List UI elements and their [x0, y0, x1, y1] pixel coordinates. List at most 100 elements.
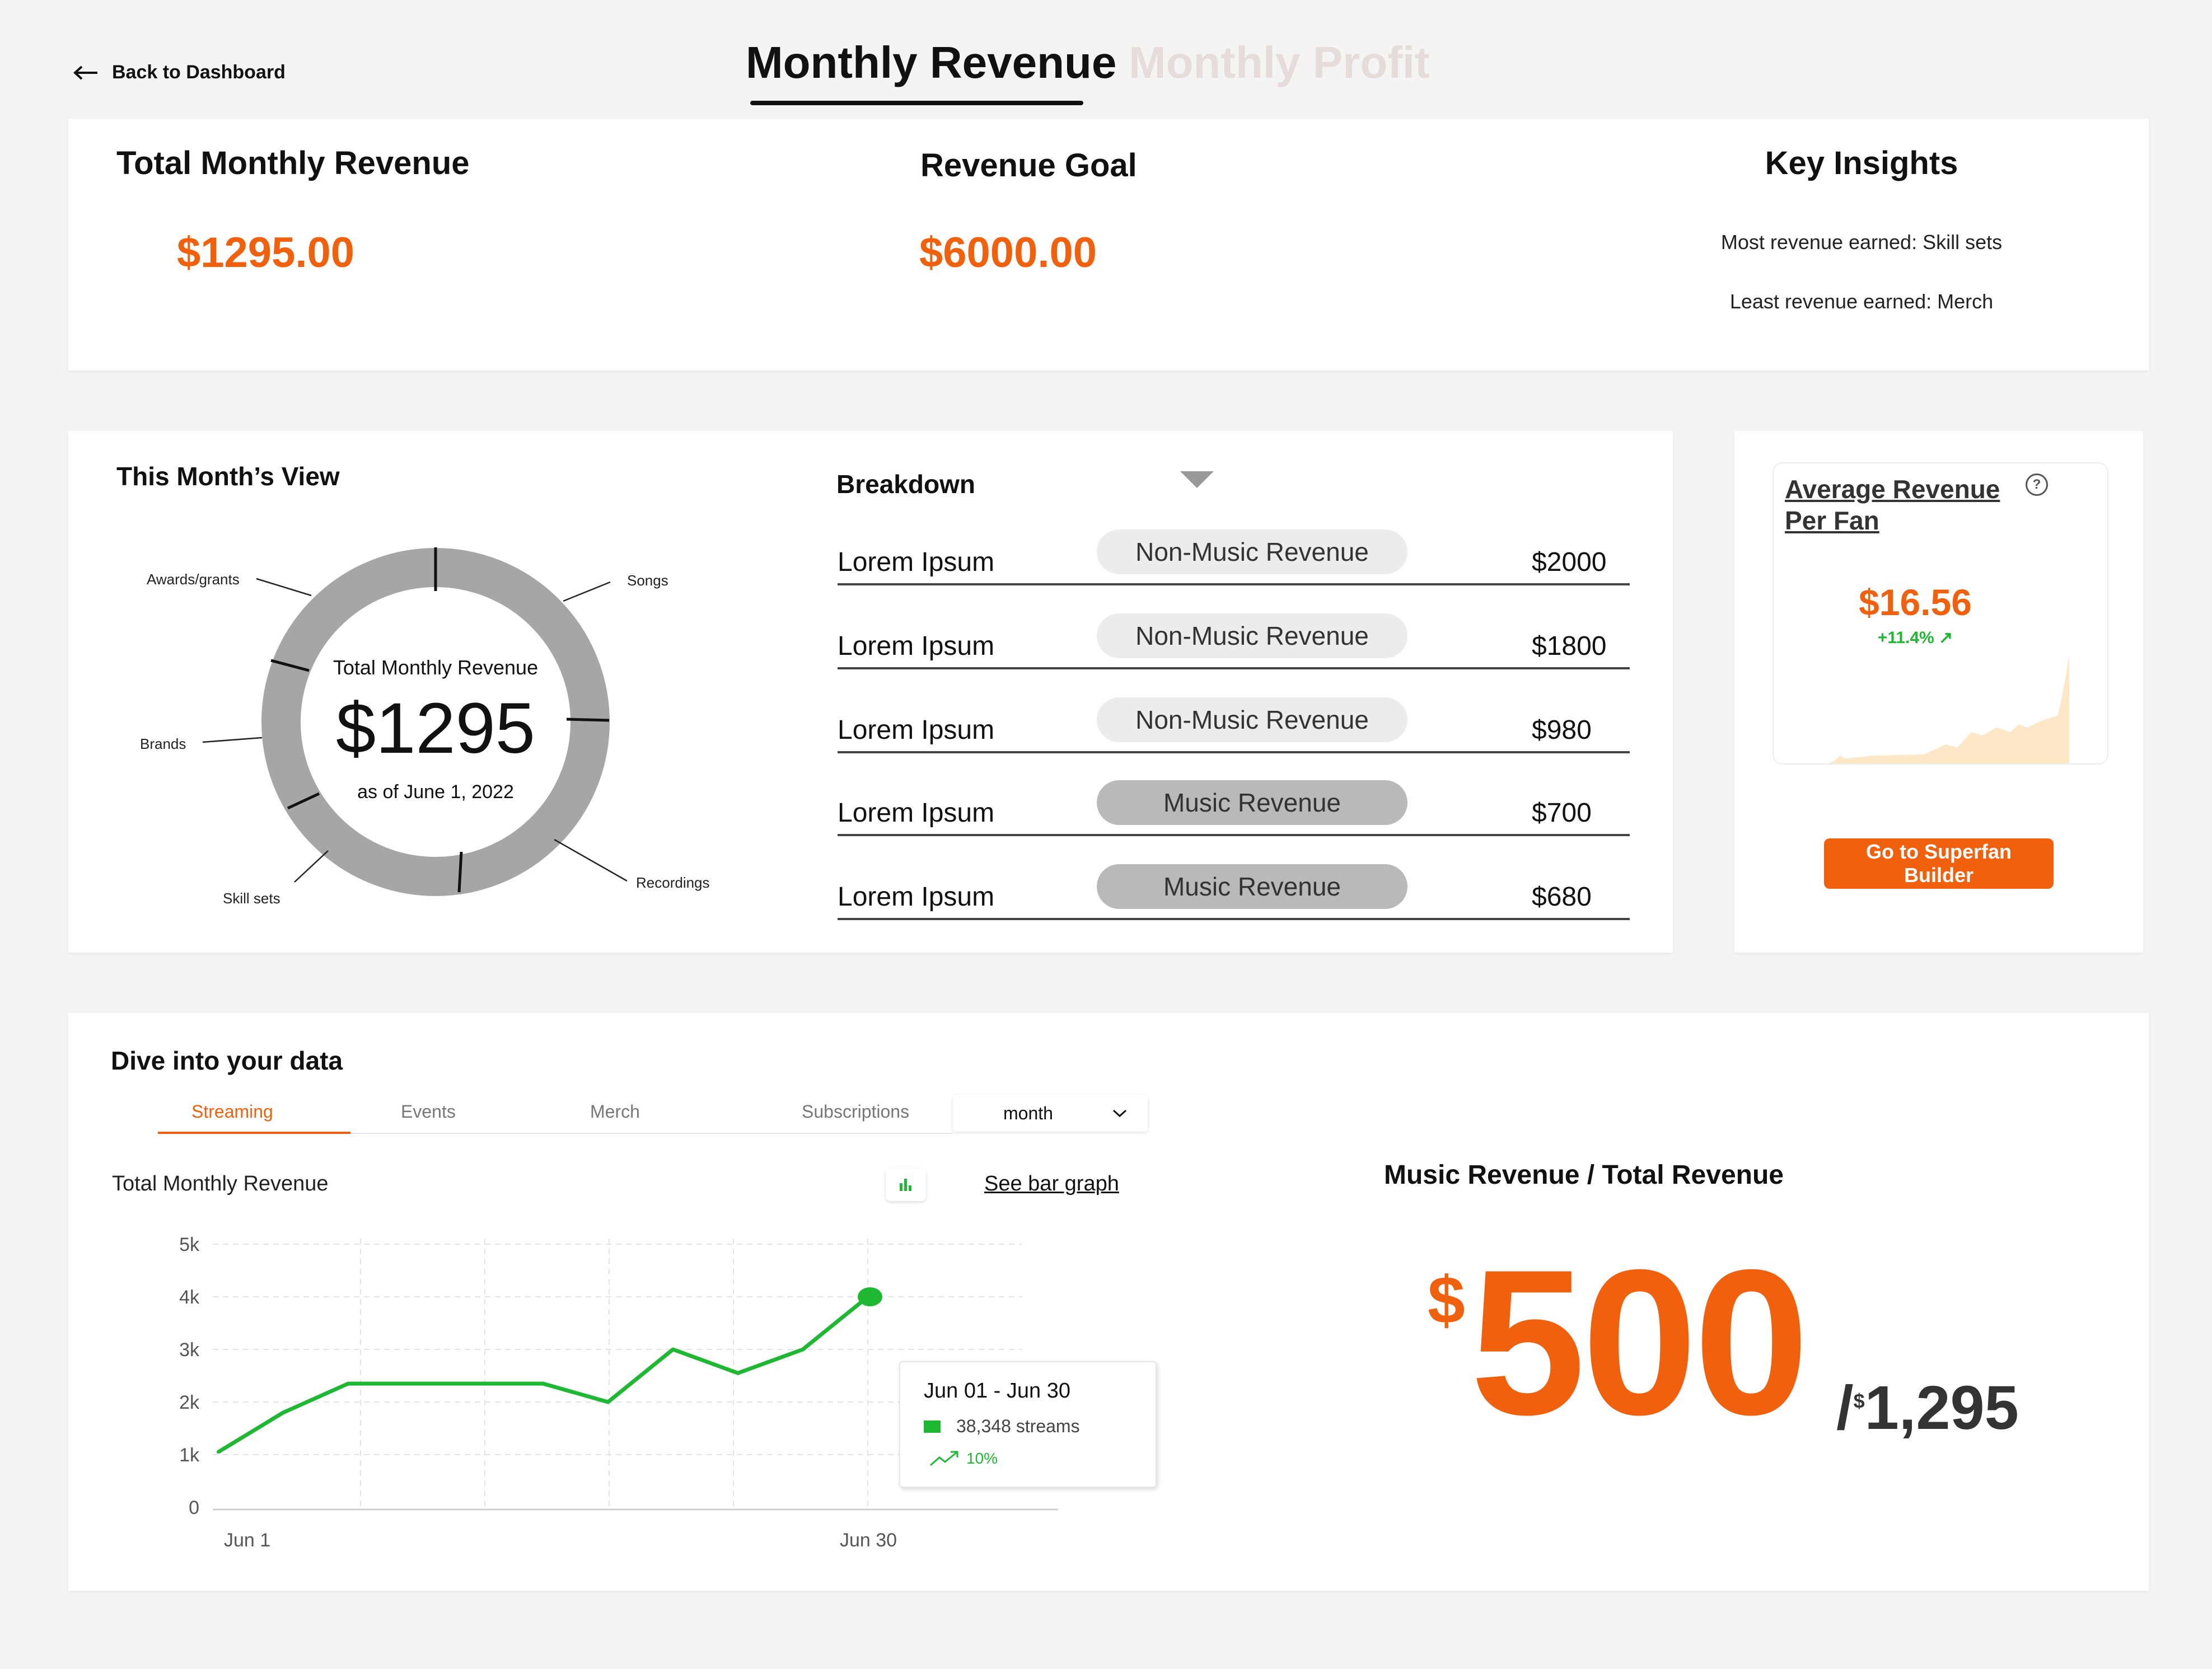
insight-least: Least revenue earned: Merch — [1729, 290, 1994, 313]
chart-title: Total Monthly Revenue — [112, 1172, 329, 1196]
donut-label-songs: Songs — [627, 572, 668, 589]
tooltip-title: Jun 01 - Jun 30 — [924, 1379, 1070, 1403]
superfan-builder-button[interactable]: Go to Superfan Builder — [1824, 838, 2054, 889]
category-pill: Music Revenue — [1097, 864, 1407, 909]
donut-label-recordings: Recordings — [636, 874, 710, 891]
trend-up-icon — [930, 1451, 958, 1466]
avg-revenue-value: $16.56 — [1859, 582, 1972, 623]
donut-label-skill-sets: Skill sets — [223, 890, 280, 907]
data-point — [736, 1371, 740, 1375]
y-tick-label: 2k — [179, 1392, 200, 1413]
y-tick-label: 4k — [179, 1287, 200, 1308]
key-insights-title: Key Insights — [1765, 145, 1958, 181]
data-point — [606, 1400, 610, 1404]
breakdown-row-name: Lorem Ipsum — [838, 798, 995, 828]
data-point — [411, 1382, 415, 1386]
category-pill: Non-Music Revenue — [1097, 613, 1407, 658]
total-revenue-title: Total Monthly Revenue — [116, 145, 470, 181]
ratio-currency: $ — [1428, 1263, 1465, 1338]
tab-monthly-revenue[interactable]: Monthly Revenue — [746, 37, 1116, 88]
breakdown-row-amount: $980 — [1532, 715, 1592, 745]
breakdown-row-name: Lorem Ipsum — [838, 631, 995, 661]
data-point — [282, 1410, 285, 1414]
streams-legend-swatch — [924, 1420, 941, 1433]
highlight-point — [858, 1287, 882, 1306]
ratio-total-currency: $ — [1853, 1389, 1865, 1413]
breakdown-row-name: Lorem Ipsum — [838, 882, 995, 912]
y-tick-label: 0 — [189, 1497, 199, 1518]
breakdown-row-name: Lorem Ipsum — [838, 715, 995, 745]
data-point — [541, 1382, 545, 1386]
see-bar-graph-link[interactable]: See bar graph — [984, 1172, 1119, 1196]
breakdown-row: Lorem Ipsum Non-Music Revenue $2000 — [838, 499, 1630, 585]
data-point — [476, 1382, 480, 1386]
help-icon[interactable]: ? — [2026, 473, 2048, 496]
breakdown-title: Breakdown — [836, 470, 975, 499]
active-tab-underline — [750, 101, 1083, 105]
dive-title: Dive into your data — [111, 1046, 343, 1075]
avg-revenue-title[interactable]: Average Revenue Per Fan — [1785, 473, 2000, 536]
revenue-goal-value: $6000.00 — [919, 229, 1097, 276]
chevron-down-icon[interactable] — [1180, 471, 1214, 488]
avg-revenue-title-line1: Average Revenue — [1785, 475, 2000, 504]
tooltip-streams: 38,348 streams — [956, 1416, 1080, 1436]
music-revenue-value: 500 — [1470, 1227, 1809, 1458]
insight-most: Most revenue earned: Skill sets — [1720, 231, 2003, 254]
donut-label-brands: Brands — [140, 735, 186, 752]
back-label: Back to Dashboard — [112, 62, 286, 83]
breakdown-row-amount: $700 — [1532, 798, 1592, 828]
donut-center-date: as of June 1, 2022 — [357, 781, 514, 803]
total-revenue-value: $1295.00 — [177, 229, 354, 276]
chart-tooltip: Jun 01 - Jun 30 38,348 streams 10% — [899, 1361, 1157, 1488]
tab-merch[interactable]: Merch — [590, 1101, 640, 1122]
back-to-dashboard-link[interactable]: Back to Dashboard — [73, 62, 286, 83]
category-pill: Non-Music Revenue — [1097, 529, 1407, 574]
ratio-title: Music Revenue / Total Revenue — [1384, 1160, 1784, 1190]
period-value: month — [1003, 1103, 1053, 1123]
total-revenue-ratio: /$1,295 — [1836, 1372, 2019, 1443]
ratio-slash: / — [1836, 1373, 1854, 1442]
tab-streaming[interactable]: Streaming — [191, 1101, 273, 1122]
bar-chart-icon — [900, 1179, 911, 1191]
cta-line1: Go to Superfan — [1866, 840, 2012, 863]
data-point — [217, 1450, 220, 1454]
y-tick-label: 3k — [179, 1339, 200, 1361]
data-point — [671, 1348, 675, 1351]
category-pill: Non-Music Revenue — [1097, 697, 1407, 742]
donut-center-value: $1295 — [336, 688, 535, 768]
y-tick-label: 5k — [179, 1234, 200, 1255]
avg-revenue-area-chart — [1828, 655, 2069, 763]
period-select[interactable]: month — [953, 1095, 1148, 1132]
breakdown-row: Lorem Ipsum Non-Music Revenue $980 — [838, 667, 1630, 753]
tooltip-pct: 10% — [966, 1450, 998, 1467]
series-line — [217, 1295, 869, 1454]
ratio-total-value: 1,295 — [1864, 1373, 2019, 1442]
breakdown-row: Lorem Ipsum Music Revenue $680 — [838, 834, 1630, 920]
breakdown-row-amount: $680 — [1532, 882, 1592, 912]
chevron-down-icon — [1112, 1109, 1127, 1118]
donut-center-label: Total Monthly Revenue — [333, 656, 539, 679]
tab-monthly-profit[interactable]: Monthly Profit — [1129, 37, 1430, 88]
breakdown-row-amount: $2000 — [1532, 547, 1607, 577]
data-point — [801, 1348, 805, 1351]
streaming-tab-underline — [158, 1132, 350, 1134]
data-point — [347, 1382, 350, 1386]
breakdown-row-amount: $1800 — [1532, 631, 1607, 661]
category-pill: Music Revenue — [1097, 780, 1407, 825]
donut-label-awards: Awards/grants — [147, 571, 240, 588]
x-tick-label: Jun 1 — [224, 1530, 270, 1551]
cta-line2: Builder — [1904, 864, 1974, 887]
avg-revenue-title-line2: Per Fan — [1785, 506, 1879, 535]
revenue-goal-title: Revenue Goal — [920, 147, 1137, 184]
y-tick-label: 1k — [179, 1445, 200, 1466]
arrow-left-icon — [73, 65, 97, 79]
breakdown-row-name: Lorem Ipsum — [838, 547, 995, 577]
tabs-baseline — [350, 1133, 953, 1134]
tab-subscriptions[interactable]: Subscriptions — [802, 1101, 909, 1122]
month-view-title: This Month’s View — [116, 462, 340, 491]
bar-chart-toggle[interactable] — [886, 1169, 926, 1201]
breakdown-row: Lorem Ipsum Non-Music Revenue $1800 — [838, 583, 1630, 669]
x-tick-label: Jun 30 — [840, 1530, 897, 1551]
breakdown-row: Lorem Ipsum Music Revenue $700 — [838, 750, 1630, 836]
tab-events[interactable]: Events — [401, 1101, 456, 1122]
